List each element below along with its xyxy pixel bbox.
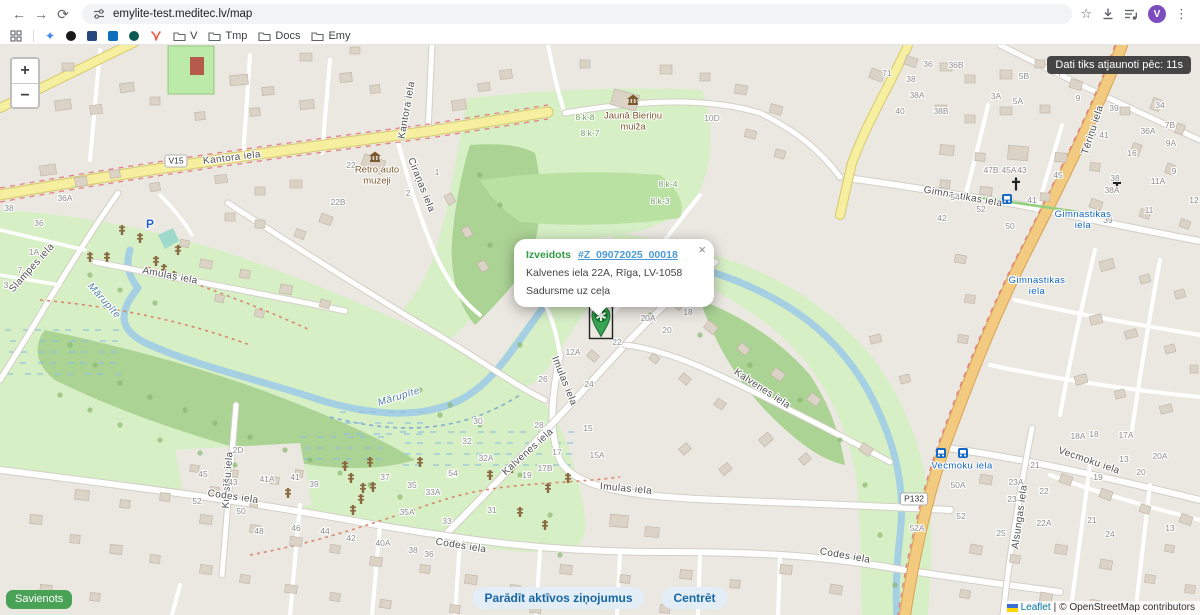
map-action-buttons: Parādīt aktīvos ziņojumus Centrēt: [472, 587, 727, 609]
bookmark-folder-label: Emy: [328, 30, 350, 42]
refresh-countdown-badge: Dati tiks atjaunoti pēc: 11s: [1047, 56, 1191, 74]
apps-grid-icon[interactable]: [10, 30, 22, 42]
orange-bookmark-icon[interactable]: [150, 30, 162, 42]
zoom-in-button[interactable]: +: [12, 59, 38, 83]
bookmark-folder-v[interactable]: V: [173, 30, 197, 42]
show-active-reports-button[interactable]: Parādīt aktīvos ziņojumus: [472, 587, 644, 609]
map-popup: Izveidots #Z_09072025_00018 Kalvenes iela…: [514, 239, 714, 307]
map-zoom-control: + −: [10, 57, 40, 109]
bookmark-folder-docs[interactable]: Docs: [258, 30, 300, 42]
reload-icon[interactable]: ⟳: [52, 0, 74, 28]
ukraine-flag-icon: [1007, 604, 1018, 612]
leaflet-link[interactable]: Leaflet: [1021, 602, 1051, 613]
bus-stop-icon: [1002, 194, 1012, 204]
bookmark-folder-label: V: [190, 30, 197, 42]
popup-address: Kalvenes iela 22A, Rīga, LV-1058: [526, 267, 702, 279]
popup-incident: Sadursme uz ceļa: [526, 285, 702, 297]
teams-bookmark-icon[interactable]: [129, 31, 139, 41]
osm-attribution-text: © OpenStreetMap contributors: [1059, 602, 1195, 613]
popup-close-icon[interactable]: ×: [698, 242, 706, 257]
profile-avatar[interactable]: V: [1148, 5, 1166, 23]
bookmark-folder-label: Tmp: [225, 30, 247, 42]
browser-chrome: ← → ⟳ emylite-test.meditec.lv/map ☆: [0, 0, 1200, 45]
forward-icon[interactable]: →: [30, 0, 52, 28]
navy-bookmark-icon[interactable]: [87, 31, 97, 41]
back-icon[interactable]: ←: [8, 0, 30, 28]
browser-toolbar: ← → ⟳ emylite-test.meditec.lv/map ☆: [0, 0, 1200, 28]
sparkle-bookmark-icon[interactable]: ✦: [45, 29, 55, 43]
zoom-out-button[interactable]: −: [12, 83, 38, 107]
bus-stop-icon: [936, 448, 946, 458]
popup-created-label: Izveidots: [526, 249, 571, 261]
site-settings-icon[interactable]: [92, 7, 106, 21]
folder-icon: [258, 31, 271, 42]
bus-stop-icon: [958, 448, 968, 458]
downloads-icon[interactable]: [1101, 7, 1115, 21]
connection-status-badge: Savienots: [6, 590, 72, 609]
center-map-button[interactable]: Centrēt: [662, 587, 728, 609]
bookmark-star-icon[interactable]: ☆: [1080, 6, 1092, 22]
address-bar[interactable]: emylite-test.meditec.lv/map: [82, 4, 1072, 24]
folder-icon: [311, 31, 324, 42]
map-attribution: Leaflet | © OpenStreetMap contributors: [1002, 601, 1200, 615]
report-link[interactable]: #Z_09072025_00018: [578, 249, 678, 261]
bookmarks-divider: [33, 30, 34, 42]
dark-circle-bookmark-icon[interactable]: [66, 31, 76, 41]
folder-icon: [208, 31, 221, 42]
menu-kebab-icon[interactable]: ⋮: [1175, 6, 1188, 22]
media-list-icon[interactable]: [1124, 8, 1139, 21]
bookmarks-bar: ✦ V Tmp Docs: [0, 28, 1200, 45]
url-text[interactable]: emylite-test.meditec.lv/map: [113, 8, 252, 20]
bookmark-folder-emy[interactable]: Emy: [311, 30, 350, 42]
bookmark-folder-tmp[interactable]: Tmp: [208, 30, 247, 42]
bookmark-folder-label: Docs: [275, 30, 300, 42]
attribution-separator: |: [1054, 602, 1057, 613]
folder-icon: [173, 31, 186, 42]
outlook-bookmark-icon[interactable]: [108, 31, 118, 41]
